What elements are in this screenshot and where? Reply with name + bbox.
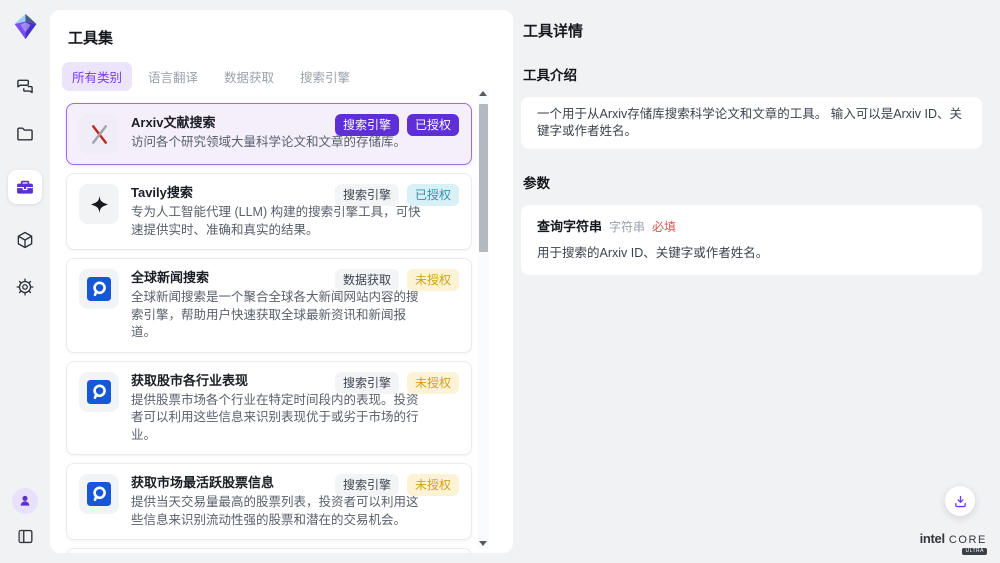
package-icon[interactable] bbox=[14, 229, 36, 251]
detail-panel-title: 工具详情 bbox=[523, 20, 1000, 41]
parameter-description: 用于搜索的Arxiv ID、关键字或作者姓名。 bbox=[537, 245, 966, 262]
intel-core-logo: intel core ultra bbox=[920, 532, 987, 555]
tool-card-description: 专为人工智能代理 (LLM) 构建的搜索引擎工具，可快速提供实时、准确和真实的结… bbox=[131, 204, 423, 239]
category-tab[interactable]: 语言翻译 bbox=[138, 62, 208, 91]
download-button[interactable] bbox=[945, 486, 975, 516]
tool-card[interactable]: 万维地区新闻查询 查询具体行政区划内的新闻，快速了解各地新闻动 搜索引擎 未授权 bbox=[66, 548, 472, 553]
brand-ultra-badge: ultra bbox=[962, 548, 987, 555]
tool-card-badges: 搜索引擎 未授权 bbox=[335, 372, 459, 394]
category-badge: 搜索引擎 bbox=[335, 184, 399, 206]
tool-card-badges: 搜索引擎 已授权 bbox=[335, 114, 459, 136]
app-logo bbox=[12, 13, 39, 40]
tool-card[interactable]: Tavily搜索 专为人工智能代理 (LLM) 构建的搜索引擎工具，可快速提供实… bbox=[66, 173, 472, 250]
left-icon-rail bbox=[0, 0, 50, 563]
category-badge: 搜索引擎 bbox=[335, 114, 399, 136]
parameter-card: 查询字符串 字符串 必填 用于搜索的Arxiv ID、关键字或作者姓名。 bbox=[521, 205, 982, 275]
tool-card-description: 访问各个研究领域大量科学论文和文章的存储库。 bbox=[131, 134, 406, 152]
tools-panel-title: 工具集 bbox=[68, 27, 513, 48]
arxiv-icon bbox=[79, 114, 119, 154]
rail-bottom-group bbox=[12, 488, 38, 547]
parameter-name: 查询字符串 bbox=[537, 218, 602, 235]
scrollbar-down-arrow-icon[interactable] bbox=[479, 541, 487, 546]
chat-icon[interactable] bbox=[14, 76, 36, 98]
auth-status-badge: 已授权 bbox=[407, 184, 459, 206]
user-icon[interactable] bbox=[12, 488, 38, 514]
tool-card-list: Arxiv文献搜索 访问各个研究领域大量科学论文和文章的存储库。 搜索引擎 已授… bbox=[66, 103, 472, 553]
folder-icon[interactable] bbox=[14, 123, 36, 145]
category-badge: 搜索引擎 bbox=[335, 372, 399, 394]
tool-card[interactable]: Arxiv文献搜索 访问各个研究领域大量科学论文和文章的存储库。 搜索引擎 已授… bbox=[66, 103, 472, 165]
list-scrollbar[interactable] bbox=[478, 88, 489, 549]
tool-card-badges: 搜索引擎 已授权 bbox=[335, 184, 459, 206]
tianapi-q-icon bbox=[79, 269, 119, 309]
tool-card-badges: 搜索引擎 未授权 bbox=[335, 474, 459, 496]
category-tab[interactable]: 数据获取 bbox=[214, 62, 284, 91]
parameter-type: 字符串 bbox=[609, 219, 645, 236]
tool-card-description: 全球新闻搜索是一个聚合全球各大新闻网站内容的搜索引擎，帮助用户快速获取全球最新资… bbox=[131, 289, 423, 342]
category-tab[interactable]: 所有类别 bbox=[62, 62, 132, 91]
tool-card[interactable]: 全球新闻搜索 全球新闻搜索是一个聚合全球各大新闻网站内容的搜索引擎，帮助用户快速… bbox=[66, 258, 472, 353]
category-badge: 数据获取 bbox=[335, 269, 399, 291]
tavily-icon bbox=[79, 184, 119, 224]
tianapi-q-icon bbox=[79, 372, 119, 412]
brand-core-text: core bbox=[949, 535, 987, 546]
params-section-heading: 参数 bbox=[523, 172, 1000, 192]
category-tabs: 所有类别语言翻译数据获取搜索引擎 bbox=[62, 62, 513, 91]
auth-status-badge: 未授权 bbox=[407, 474, 459, 496]
tool-card[interactable]: 获取市场最活跃股票信息 提供当天交易量最高的股票列表，投资者可以利用这些信息来识… bbox=[66, 463, 472, 540]
download-icon bbox=[953, 494, 968, 509]
tools-panel: 工具集 所有类别语言翻译数据获取搜索引擎 Arxiv文献搜索 访问各个研究领域大… bbox=[50, 10, 513, 553]
parameter-required-flag: 必填 bbox=[652, 219, 676, 236]
auth-status-badge: 已授权 bbox=[407, 114, 459, 136]
tool-detail-panel: 工具详情 工具介绍 一个用于从Arxiv存储库搜索科学论文和文章的工具。 输入可… bbox=[513, 0, 1000, 563]
tool-card[interactable]: 获取股市各行业表现 提供股票市场各个行业在特定时间段内的表现。投资者可以利用这些… bbox=[66, 361, 472, 456]
rail-icon-group bbox=[8, 76, 42, 298]
settings-icon[interactable] bbox=[14, 276, 36, 298]
scrollbar-thumb[interactable] bbox=[479, 104, 488, 252]
auth-status-badge: 未授权 bbox=[407, 269, 459, 291]
brand-intel-text: intel bbox=[920, 532, 945, 545]
tool-card-description: 提供当天交易量最高的股票列表，投资者可以利用这些信息来识别流动性强的股票和潜在的… bbox=[131, 494, 423, 529]
intro-section-heading: 工具介绍 bbox=[523, 64, 1000, 84]
tianapi-q-icon bbox=[79, 474, 119, 514]
toolbox-icon[interactable] bbox=[8, 170, 42, 204]
tool-card-description: 提供股票市场各个行业在特定时间段内的表现。投资者可以利用这些信息来识别表现优于或… bbox=[131, 392, 423, 445]
auth-status-badge: 未授权 bbox=[407, 372, 459, 394]
tool-card-badges: 数据获取 未授权 bbox=[335, 269, 459, 291]
category-badge: 搜索引擎 bbox=[335, 474, 399, 496]
panel-toggle-icon[interactable] bbox=[14, 525, 36, 547]
category-tab[interactable]: 搜索引擎 bbox=[290, 62, 360, 91]
intro-card: 一个用于从Arxiv存储库搜索科学论文和文章的工具。 输入可以是Arxiv ID… bbox=[521, 97, 982, 149]
parameter-header: 查询字符串 字符串 必填 bbox=[537, 218, 966, 236]
scrollbar-up-arrow-icon[interactable] bbox=[479, 91, 487, 96]
